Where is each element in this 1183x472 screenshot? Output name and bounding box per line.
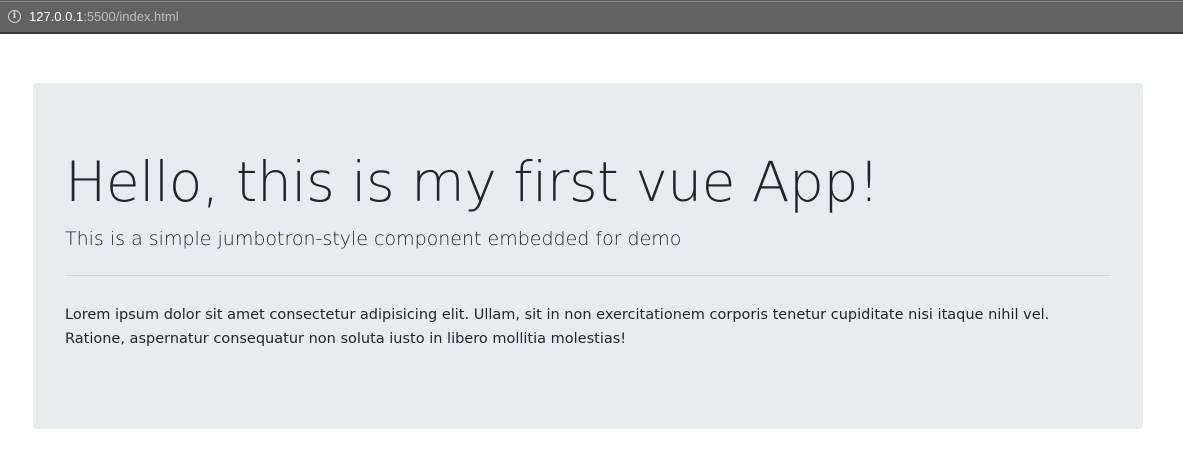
jumbotron: Hello, this is my first vue App! This is… (33, 83, 1143, 429)
lead-text: This is a simple jumbotron-style compone… (65, 228, 682, 250)
url-field[interactable]: i 127.0.0.1:5500/index.html (0, 1, 1183, 32)
url-text[interactable]: 127.0.0.1:5500/index.html (29, 9, 179, 25)
divider (65, 275, 1111, 276)
site-info-icon[interactable]: i (8, 10, 21, 23)
browser-address-bar: i 127.0.0.1:5500/index.html (0, 0, 1183, 34)
url-path: :5500/index.html (83, 9, 179, 24)
page-title: Hello, this is my first vue App! (65, 150, 880, 214)
body-paragraph: Lorem ipsum dolor sit amet consectetur a… (65, 307, 1050, 347)
url-host: 127.0.0.1 (29, 9, 84, 24)
